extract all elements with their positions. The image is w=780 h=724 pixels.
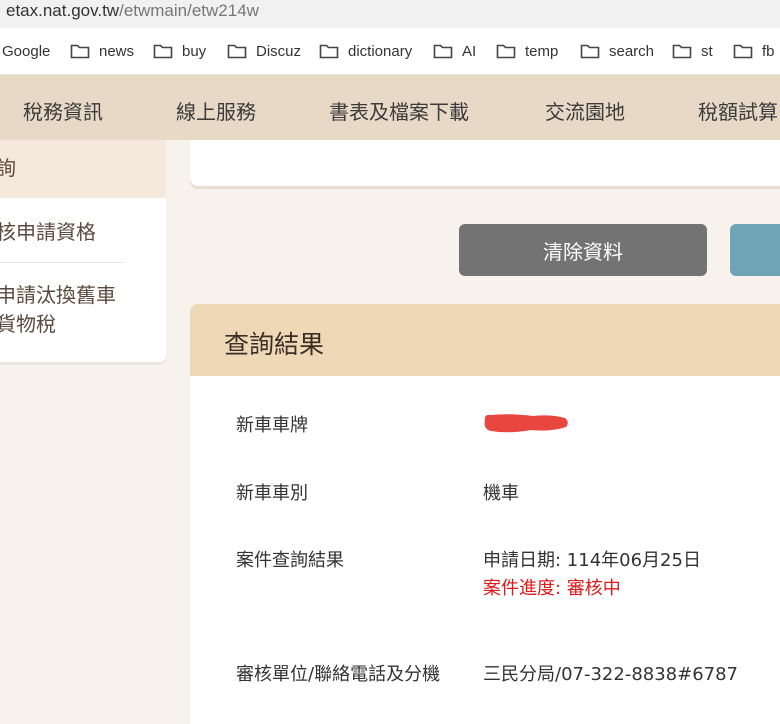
bookmarks-bar: Google news buy Discuz dictionary AI tem… <box>0 28 780 75</box>
nav-item-tax-info[interactable]: 稅務資訊 <box>23 96 103 125</box>
bookmark-google[interactable]: Google <box>2 40 50 62</box>
sidebar-divider <box>0 262 125 263</box>
folder-icon <box>433 43 453 59</box>
folder-icon <box>70 43 90 59</box>
query-button[interactable] <box>730 224 780 276</box>
folder-icon <box>153 43 173 59</box>
bookmark-search[interactable]: search <box>580 40 654 62</box>
folder-icon <box>319 43 339 59</box>
bookmark-discuz[interactable]: Discuz <box>227 40 301 62</box>
address-bar[interactable]: etax.nat.gov.tw/etwmain/etw214w <box>0 0 780 28</box>
nav-item-online-services[interactable]: 線上服務 <box>176 96 256 125</box>
main-nav: 稅務資訊 線上服務 書表及檔案下載 交流園地 稅額試算 <box>0 75 780 140</box>
result-header: 查詢結果 <box>190 304 780 376</box>
folder-icon <box>496 43 516 59</box>
redacted-plate-value <box>484 414 568 433</box>
folder-icon <box>580 43 600 59</box>
nav-item-community[interactable]: 交流園地 <box>545 96 625 125</box>
vehicle-type-value: 機車 <box>483 483 519 504</box>
folder-icon <box>672 43 692 59</box>
nav-item-forms-download[interactable]: 書表及檔案下載 <box>329 96 469 125</box>
new-plate-label: 新車車牌 <box>236 415 308 436</box>
bookmark-st[interactable]: st <box>672 40 713 62</box>
bookmark-ai[interactable]: AI <box>433 40 476 62</box>
url-text[interactable]: etax.nat.gov.tw/etwmain/etw214w <box>6 1 259 21</box>
bookmark-buy[interactable]: buy <box>153 40 206 62</box>
sidebar-item-replacement-tax[interactable]: 申請汰換舊車 貨物稅 <box>0 281 116 339</box>
query-result-panel: 查詢結果 新車車牌 新車車別 機車 案件查詢結果 申請日期: 114年06月25… <box>190 304 780 724</box>
bookmark-dictionary[interactable]: dictionary <box>319 40 412 62</box>
clear-data-button[interactable]: 清除資料 <box>459 224 707 276</box>
folder-icon <box>227 43 247 59</box>
review-office-label: 審核單位/聯絡電話及分機 <box>236 664 441 685</box>
sidebar-item-active[interactable]: 詢 <box>0 140 166 198</box>
bookmark-fb[interactable]: fb <box>733 40 775 62</box>
result-title: 查詢結果 <box>224 330 325 359</box>
vehicle-type-label: 新車車別 <box>236 483 308 504</box>
nav-item-tax-calculator[interactable]: 稅額試算 <box>698 96 778 125</box>
bookmark-news[interactable]: news <box>70 40 134 62</box>
case-result-label: 案件查詢結果 <box>236 550 344 571</box>
query-form-card <box>190 140 780 186</box>
bookmark-temp[interactable]: temp <box>496 40 558 62</box>
case-progress-status: 案件進度: 審核中 <box>483 578 621 599</box>
sidebar-item-label: 詢 <box>0 156 16 180</box>
sidebar-item-eligibility[interactable]: 核申請資格 <box>0 218 96 247</box>
sidebar-menu: 詢 核申請資格 申請汰換舊車 貨物稅 <box>0 140 166 362</box>
folder-icon <box>733 43 753 59</box>
apply-date-value: 申請日期: 114年06月25日 <box>483 550 701 571</box>
review-office-value: 三民分局/07-322-8838#6787 <box>483 664 739 685</box>
